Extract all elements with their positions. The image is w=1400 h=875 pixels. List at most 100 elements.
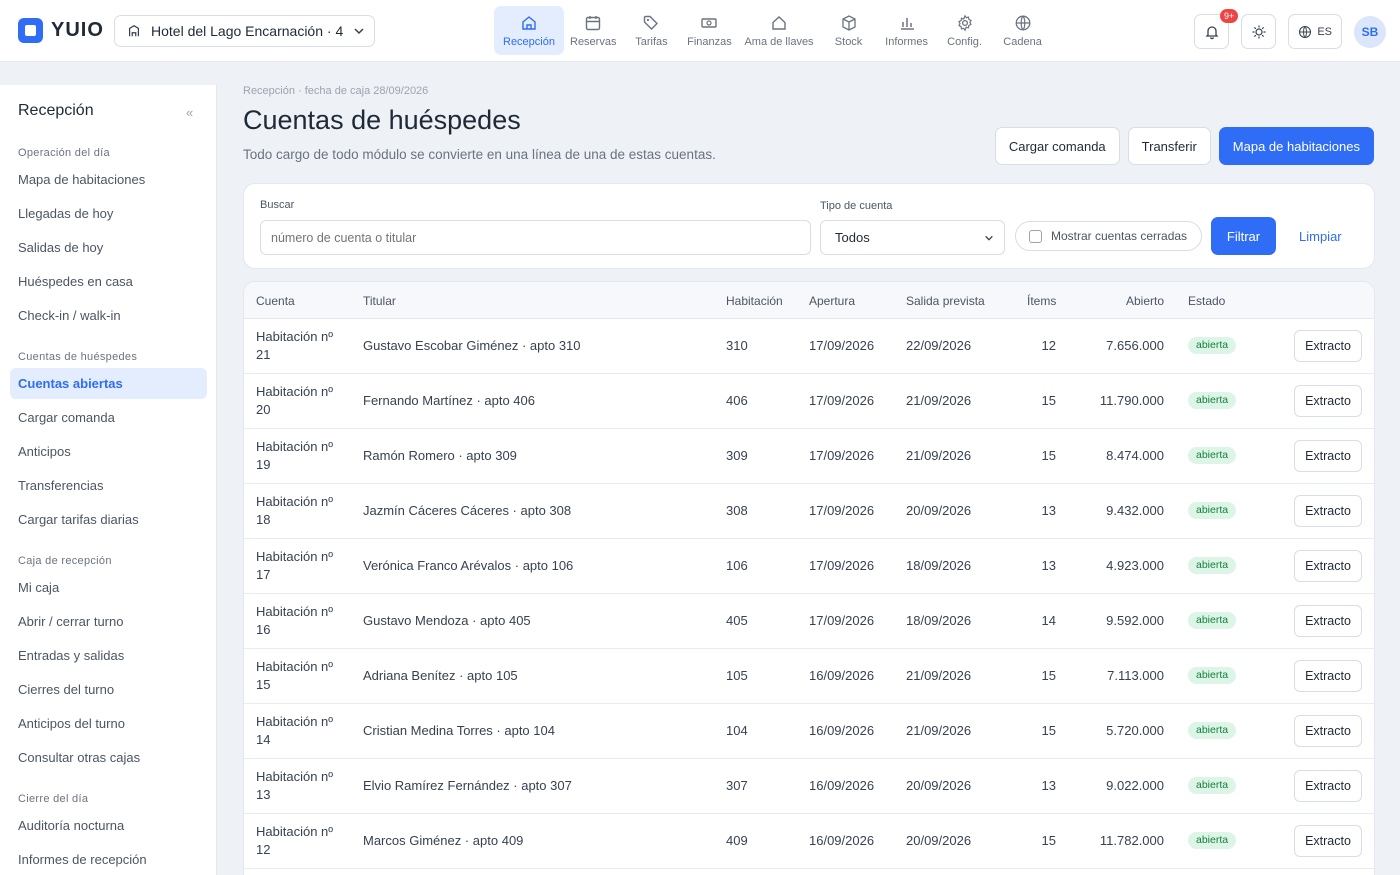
- sidebar-item[interactable]: Informes de recepción: [10, 844, 207, 875]
- account-cell[interactable]: Habitación nº 21: [256, 328, 346, 364]
- show-closed-checkbox[interactable]: [1029, 229, 1042, 243]
- items-cell: 15: [1041, 723, 1056, 738]
- statement-button[interactable]: Extracto: [1294, 495, 1362, 527]
- room-cell: 309: [726, 448, 748, 463]
- nav-item-tarifas[interactable]: Tarifas: [622, 6, 680, 55]
- nav-label: Stock: [834, 35, 863, 48]
- avatar[interactable]: SB: [1354, 15, 1386, 48]
- checkout-cell: 21/09/2026: [906, 723, 972, 738]
- sidebar-item[interactable]: Check-in / walk-in: [10, 300, 207, 331]
- account-cell[interactable]: Habitación nº 14: [256, 713, 346, 749]
- status-badge: abierta: [1188, 832, 1237, 849]
- table-row[interactable]: Habitación nº 19 Ramón Romero · apto 309 3…: [244, 429, 1374, 484]
- hotel-name: Hotel del Lago Encarnación · 4: [151, 23, 344, 39]
- sidebar-item[interactable]: Anticipos del turno: [10, 708, 207, 739]
- table-row[interactable]: Habitación nº 15 Adriana Benítez · apto 1…: [244, 649, 1374, 704]
- nav-item-ama-de-llaves[interactable]: Ama de llaves: [738, 6, 819, 55]
- statement-button[interactable]: Extracto: [1294, 385, 1362, 417]
- holder-cell: Gustavo Mendoza · apto 405: [363, 613, 531, 628]
- nav-item-informes[interactable]: Informes: [878, 6, 936, 55]
- room-map-button[interactable]: Mapa de habitaciones: [1218, 127, 1374, 165]
- sidebar-item[interactable]: Huéspedes en casa: [10, 266, 207, 297]
- statement-button[interactable]: Extracto: [1294, 770, 1362, 802]
- collapse-sidebar-icon[interactable]: «: [186, 105, 193, 120]
- sidebar-item[interactable]: Anticipos: [10, 436, 207, 467]
- status-badge: abierta: [1188, 722, 1237, 739]
- sidebar-item[interactable]: Cierres del turno: [10, 674, 207, 705]
- open-amount-cell: 5.720.000: [1106, 723, 1164, 738]
- checkout-cell: 20/09/2026: [906, 778, 972, 793]
- statement-button[interactable]: Extracto: [1294, 605, 1362, 637]
- sun-icon: [1252, 25, 1266, 38]
- nav-item-finanzas[interactable]: Finanzas: [680, 6, 738, 55]
- nav-label: Config.: [947, 35, 982, 48]
- notification-badge: 9+: [1220, 9, 1239, 23]
- statement-button[interactable]: Extracto: [1294, 660, 1362, 692]
- load-order-button[interactable]: Cargar comanda: [994, 127, 1120, 165]
- sidebar-item[interactable]: Abrir / cerrar turno: [10, 606, 207, 637]
- statement-button[interactable]: Extracto: [1294, 330, 1362, 362]
- account-cell[interactable]: Habitación nº 19: [256, 438, 346, 474]
- account-cell[interactable]: Habitación nº 17: [256, 548, 346, 584]
- statement-button[interactable]: Extracto: [1294, 440, 1362, 472]
- account-cell[interactable]: Habitación nº 16: [256, 603, 346, 639]
- opened-cell: 16/09/2026: [809, 778, 875, 793]
- room-cell: 105: [726, 668, 748, 683]
- table-row[interactable]: Habitación nº 20 Fernando Martínez · apto…: [244, 374, 1374, 429]
- opened-cell: 17/09/2026: [809, 558, 875, 573]
- nav-item-config[interactable]: Config.: [936, 6, 994, 55]
- transfer-button[interactable]: Transferir: [1127, 127, 1211, 165]
- theme-toggle-button[interactable]: [1241, 14, 1277, 49]
- header-holder: Titular: [363, 294, 396, 308]
- logo-icon: [18, 18, 43, 43]
- main-nav: Recepción Reservas Tarifas Finanzas Ama de l…: [494, 6, 1052, 55]
- statement-button[interactable]: Extracto: [1294, 550, 1362, 582]
- table-row[interactable]: Habitación nº 17 Verónica Franco Arévalos…: [244, 539, 1374, 594]
- brand-logo[interactable]: YUIO: [18, 18, 104, 43]
- table-row[interactable]: Habitación nº 14 Cristian Medina Torres ·…: [244, 704, 1374, 759]
- hotel-selector[interactable]: Hotel del Lago Encarnación · 4: [114, 15, 375, 47]
- statement-button[interactable]: Extracto: [1294, 825, 1362, 857]
- status-badge: abierta: [1188, 502, 1237, 519]
- sidebar-item[interactable]: Mi caja: [10, 572, 207, 603]
- table-row[interactable]: Habitación nº 13 Elvio Ramírez Fernández …: [244, 759, 1374, 814]
- opened-cell: 17/09/2026: [809, 338, 875, 353]
- sidebar-item[interactable]: Salidas de hoy: [10, 232, 207, 263]
- sidebar-item[interactable]: Cargar comanda: [10, 402, 207, 433]
- nav-item-recepción[interactable]: Recepción: [494, 6, 564, 55]
- nav-label: Recepción: [503, 35, 555, 48]
- search-label: Buscar: [260, 199, 295, 211]
- nav-item-reservas[interactable]: Reservas: [564, 6, 622, 55]
- sidebar-item[interactable]: Transferencias: [10, 470, 207, 501]
- filter-button[interactable]: Filtrar: [1211, 217, 1276, 255]
- nav-item-stock[interactable]: Stock: [820, 6, 878, 55]
- account-cell[interactable]: Habitación nº 20: [256, 383, 346, 419]
- account-cell[interactable]: Habitación nº 12: [256, 823, 346, 859]
- house-icon: [772, 15, 786, 30]
- notifications-button[interactable]: 9+: [1194, 9, 1239, 49]
- table-row[interactable]: Habitación nº 12 Marcos Giménez · apto 40…: [244, 814, 1374, 869]
- nav-label: Reservas: [570, 35, 617, 48]
- table-row[interactable]: Habitación nº 21 Gustavo Escobar Giménez …: [244, 319, 1374, 374]
- sidebar-item[interactable]: Llegadas de hoy: [10, 198, 207, 229]
- account-type-select[interactable]: Todos: [820, 220, 1005, 255]
- language-button[interactable]: ES: [1288, 14, 1342, 49]
- sidebar-item[interactable]: Entradas y salidas: [10, 640, 207, 671]
- sidebar-item[interactable]: Cuentas abiertas: [10, 368, 207, 399]
- show-closed-toggle[interactable]: Mostrar cuentas cerradas: [1015, 221, 1202, 251]
- table-row[interactable]: Habitación nº 18 Jazmín Cáceres Cáceres ·…: [244, 484, 1374, 539]
- nav-item-cadena[interactable]: Cadena: [994, 6, 1052, 55]
- account-cell[interactable]: Habitación nº 13: [256, 768, 346, 804]
- account-cell[interactable]: Habitación nº 15: [256, 658, 346, 694]
- statement-button[interactable]: Extracto: [1294, 715, 1362, 747]
- clear-button[interactable]: Limpiar: [1290, 217, 1351, 255]
- sidebar-item[interactable]: Auditoría nocturna: [10, 810, 207, 841]
- sidebar-item[interactable]: Consultar otras cajas: [10, 742, 207, 773]
- header-room: Habitación: [726, 294, 783, 308]
- table-row[interactable]: Habitación nº 16 Gustavo Mendoza · apto 4…: [244, 594, 1374, 649]
- search-input[interactable]: [260, 220, 811, 255]
- account-cell[interactable]: Habitación nº 18: [256, 493, 346, 529]
- sidebar-item[interactable]: Cargar tarifas diarias: [10, 504, 207, 535]
- sidebar-item[interactable]: Mapa de habitaciones: [10, 164, 207, 195]
- items-cell: 15: [1041, 668, 1056, 683]
